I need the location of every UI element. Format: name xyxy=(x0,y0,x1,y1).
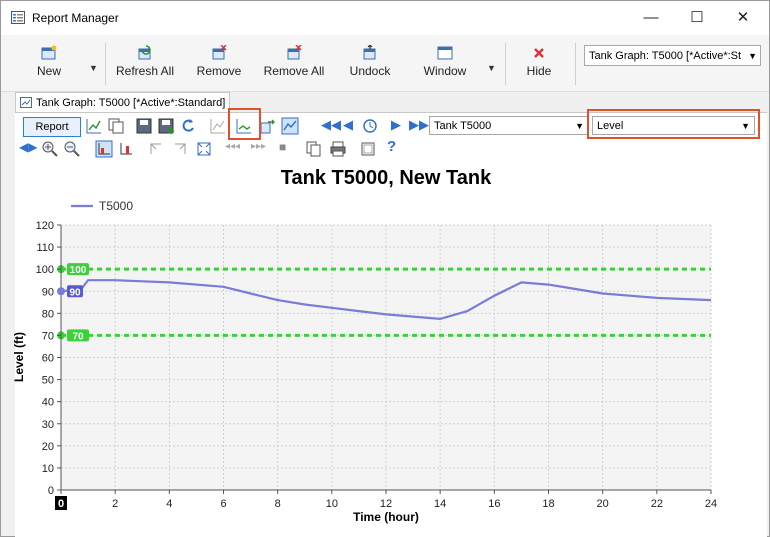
x-tick-label: 14 xyxy=(434,498,446,510)
report-manager-window: Report Manager — ☐ ✕ New ▼ Refresh All R… xyxy=(0,0,770,537)
x-tick-label: 18 xyxy=(542,498,554,510)
y-tick-label: 30 xyxy=(42,419,54,431)
start-value-label: 90 xyxy=(69,287,81,298)
threshold-label: 100 xyxy=(70,265,87,276)
y-tick-label: 50 xyxy=(42,375,54,387)
chart-title: Tank T5000, New Tank xyxy=(281,167,492,189)
start-value-marker xyxy=(57,287,65,296)
y-tick-label: 20 xyxy=(42,441,54,453)
x-tick-label: 4 xyxy=(166,498,172,510)
x-tick-label: 12 xyxy=(380,498,392,510)
x-tick-label: 2 xyxy=(112,498,118,510)
y-tick-label: 100 xyxy=(36,264,54,276)
y-tick-label: 70 xyxy=(42,330,54,342)
legend-label: T5000 xyxy=(99,199,133,213)
x-tick-label: 6 xyxy=(220,498,226,510)
x-tick-label: 22 xyxy=(651,498,663,510)
x-tick-label: 24 xyxy=(705,498,717,510)
x-tick-label: 16 xyxy=(488,498,500,510)
y-tick-label: 10 xyxy=(42,463,54,475)
y-tick-label: 0 xyxy=(48,485,54,497)
x-tick-label: 0 xyxy=(58,498,64,510)
x-tick-label: 20 xyxy=(597,498,609,510)
y-axis-label: Level (ft) xyxy=(12,332,26,382)
tank-level-chart: 10070 01020304050607080901001101200 2 4 6 8 1… xyxy=(12,167,717,524)
threshold-label: 70 xyxy=(72,331,84,342)
x-tick-label: 10 xyxy=(326,498,338,510)
x-tick-label: 8 xyxy=(275,498,281,510)
y-tick-label: 40 xyxy=(42,397,54,409)
y-tick-label: 80 xyxy=(42,308,54,320)
y-tick-label: 60 xyxy=(42,353,54,365)
y-tick-label: 120 xyxy=(36,220,54,232)
y-tick-label: 110 xyxy=(36,242,54,254)
x-axis-label: Time (hour) xyxy=(353,510,419,524)
y-tick-label: 90 xyxy=(42,286,54,298)
